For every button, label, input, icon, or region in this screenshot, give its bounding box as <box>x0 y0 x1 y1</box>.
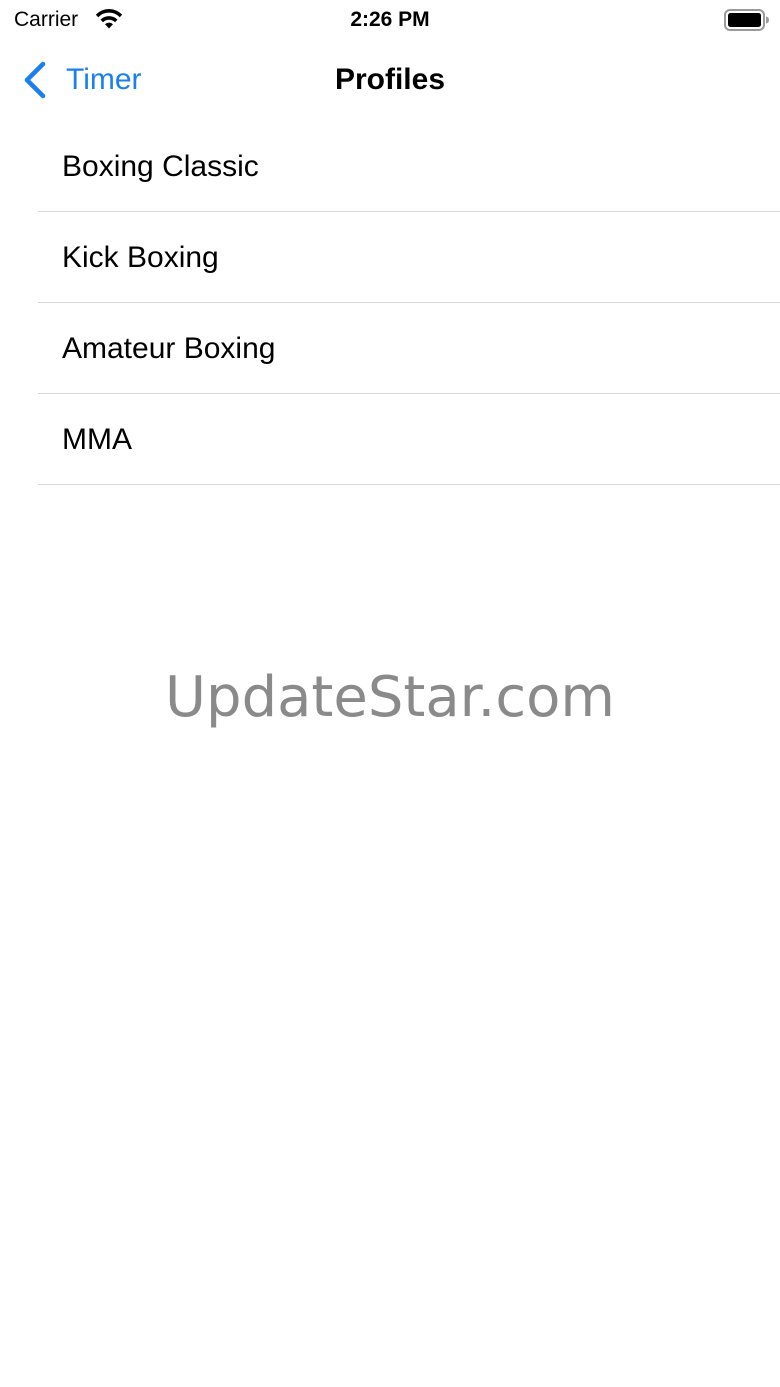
navigation-bar: Timer Profiles <box>0 40 780 120</box>
battery-icon <box>724 9 769 31</box>
page-title: Profiles <box>334 63 446 96</box>
status-time: 2:26 PM <box>350 8 430 31</box>
list-item-kick-boxing[interactable]: Kick Boxing <box>0 212 780 303</box>
list-item-amateur-boxing[interactable]: Amateur Boxing <box>0 303 780 394</box>
row-separator <box>38 484 780 485</box>
list-item-boxing-classic[interactable]: Boxing Classic <box>0 121 780 212</box>
list-item-mma[interactable]: MMA <box>0 394 780 485</box>
profiles-list: Boxing Classic Kick Boxing Amateur Boxin… <box>0 121 780 485</box>
list-item-label: Kick Boxing <box>62 241 219 274</box>
list-item-label: Amateur Boxing <box>62 332 276 365</box>
watermark: UpdateStar.com <box>165 665 615 730</box>
status-bar: Carrier 2:26 PM <box>0 0 780 40</box>
list-item-label: Boxing Classic <box>62 150 259 183</box>
list-item-label: MMA <box>62 423 132 456</box>
